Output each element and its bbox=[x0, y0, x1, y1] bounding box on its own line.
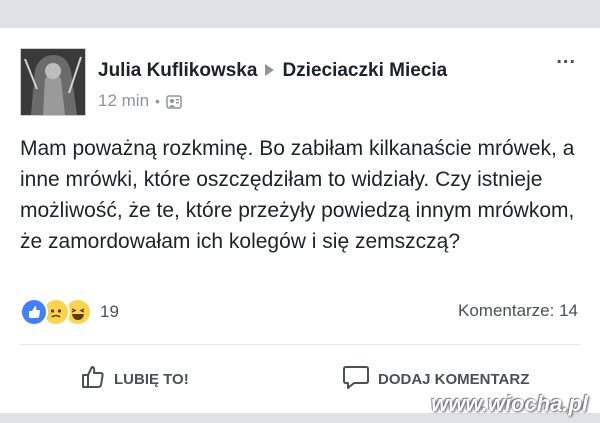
comment-label: DODAJ KOMENTARZ bbox=[378, 370, 530, 388]
divider bbox=[20, 344, 580, 345]
post-meta: 12 min • bbox=[98, 91, 182, 111]
comment-button[interactable]: DODAJ KOMENTARZ bbox=[342, 364, 529, 394]
like-label: LUBIĘ TO! bbox=[114, 370, 189, 388]
avatar-image bbox=[21, 49, 85, 115]
comments-count[interactable]: Komentarze: 14 bbox=[458, 301, 578, 321]
post-text: Mam poważną rozkminę. Bo zabiłam kilkana… bbox=[20, 137, 575, 253]
post-time[interactable]: 12 min bbox=[98, 91, 149, 111]
like-icon bbox=[20, 298, 48, 326]
reaction-count: 19 bbox=[100, 302, 119, 321]
group-name[interactable]: Dzieciaczki Miecia bbox=[282, 60, 447, 81]
watermark: www.wiocha.pl bbox=[431, 391, 588, 416]
arrow-right-icon bbox=[265, 63, 275, 76]
reactions-summary[interactable]: 19 bbox=[20, 298, 119, 326]
thumbs-up-icon bbox=[80, 364, 106, 394]
more-options-button[interactable]: ... bbox=[556, 46, 576, 69]
meta-separator: • bbox=[155, 93, 160, 109]
avatar[interactable] bbox=[20, 48, 86, 116]
comment-bubble-icon bbox=[342, 364, 370, 394]
author-name[interactable]: Julia Kuflikowska bbox=[98, 60, 257, 81]
post-card: Julia Kuflikowska Dzieciaczki Miecia 12 m… bbox=[0, 28, 600, 413]
group-privacy-icon bbox=[166, 94, 182, 109]
like-button[interactable]: LUBIĘ TO! bbox=[80, 364, 189, 394]
post-header: Julia Kuflikowska Dzieciaczki Miecia bbox=[98, 60, 447, 82]
